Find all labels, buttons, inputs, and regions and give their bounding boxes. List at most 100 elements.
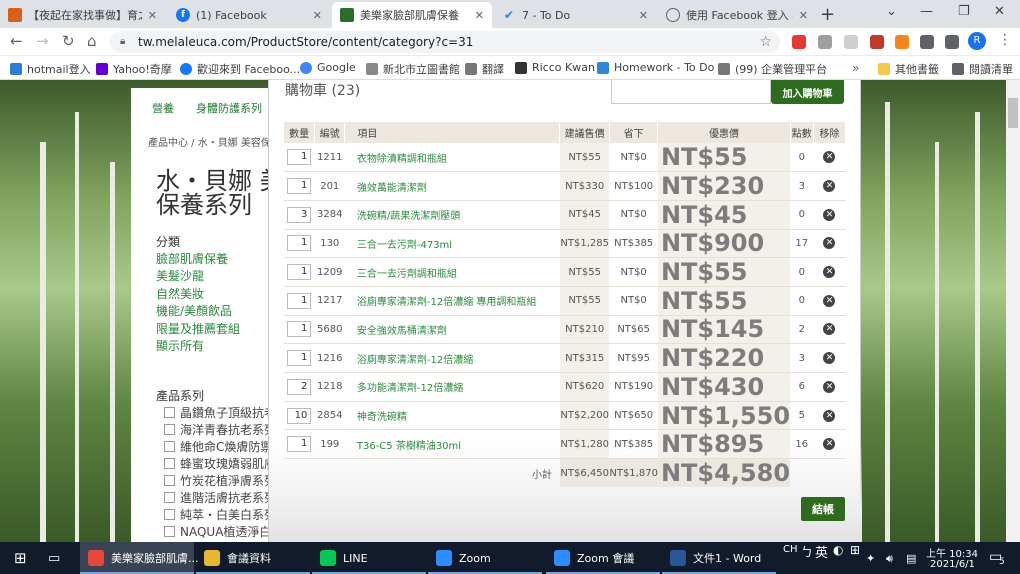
quantity-input[interactable]: 1: [287, 235, 312, 252]
metamask-icon[interactable]: [895, 35, 909, 49]
half-width-icon[interactable]: ◐: [833, 543, 843, 557]
reload-icon[interactable]: ↻: [62, 32, 75, 50]
checkbox[interactable]: [164, 475, 175, 486]
show-hidden-icons[interactable]: ˆ: [853, 552, 858, 563]
checkbox[interactable]: [164, 441, 175, 452]
dropbox-icon[interactable]: ✦: [866, 552, 875, 565]
remove-cell[interactable]: ✕: [813, 171, 846, 201]
extension-icon[interactable]: [870, 35, 884, 49]
forward-icon[interactable]: →: [36, 32, 49, 50]
quantity-input[interactable]: 1: [287, 436, 312, 453]
remove-icon[interactable]: ✕: [823, 323, 836, 336]
quantity-input[interactable]: 1: [287, 321, 312, 338]
checkbox[interactable]: [164, 492, 175, 503]
close-icon[interactable]: ✕: [313, 9, 322, 22]
quantity-input[interactable]: 2: [287, 378, 312, 395]
quantity-input[interactable]: 10: [287, 407, 312, 424]
reading-list[interactable]: 閱讀清單: [952, 61, 1013, 77]
restore-icon[interactable]: ❐: [958, 4, 970, 19]
taskbar-app[interactable]: 美樂家臉部肌膚...: [80, 542, 199, 574]
ime-language[interactable]: 英: [815, 542, 828, 561]
extension-icon[interactable]: [920, 35, 934, 49]
item-name[interactable]: 衣物除漬精調和瓶組: [344, 143, 560, 173]
item-name[interactable]: 浴廁專家清潔劑-12倍濃縮: [344, 343, 560, 373]
adblock-icon[interactable]: [792, 35, 806, 49]
taskbar-app[interactable]: Zoom: [428, 542, 542, 574]
series-filter[interactable]: NAQUA植透淨白系: [164, 523, 283, 540]
tab-5[interactable]: 使用 Facebook 登入 - Zo ✕: [658, 2, 816, 28]
remove-cell[interactable]: ✕: [813, 257, 846, 287]
bookmark-item[interactable]: 歡迎來到 Faceboo...: [180, 61, 300, 77]
clock-time[interactable]: 上午 10:34: [926, 545, 978, 560]
breadcrumb[interactable]: 產品中心 / 水・貝娜 美容保: [148, 134, 271, 149]
quantity-input[interactable]: 1: [287, 149, 312, 166]
add-item-input[interactable]: [611, 80, 771, 104]
remove-icon[interactable]: ✕: [823, 294, 836, 307]
item-name[interactable]: T36-C5 茶樹精油30ml: [344, 429, 560, 460]
ime-mode[interactable]: CH: [783, 544, 798, 555]
remove-icon[interactable]: ✕: [823, 352, 836, 365]
bookmark-item[interactable]: 翻譯: [465, 61, 504, 77]
quantity-input[interactable]: 1: [287, 264, 312, 281]
remove-icon[interactable]: ✕: [823, 409, 836, 422]
category-link[interactable]: 限量及推薦套組: [156, 320, 240, 337]
menu-icon[interactable]: ⋮: [998, 32, 1012, 48]
remove-icon[interactable]: ✕: [823, 237, 836, 250]
bookmark-item[interactable]: (99) 企業管理平台: [718, 61, 827, 77]
checkbox[interactable]: [164, 424, 175, 435]
bookmark-star-icon[interactable]: ☆: [759, 31, 772, 53]
profile-avatar[interactable]: R: [968, 32, 986, 50]
clock-date[interactable]: 2021/6/1: [930, 559, 975, 570]
item-name[interactable]: 神奇洗碗精: [344, 401, 560, 431]
item-name[interactable]: 三合一去污劑調和瓶組: [344, 257, 560, 287]
taskbar-app[interactable]: Zoom 會議: [546, 542, 660, 574]
remove-cell[interactable]: ✕: [813, 372, 846, 402]
checkbox[interactable]: [164, 526, 175, 537]
remove-icon[interactable]: ✕: [823, 266, 836, 279]
category-link[interactable]: 臉部肌膚保養: [156, 250, 228, 267]
remove-cell[interactable]: ✕: [813, 143, 846, 173]
bookmark-folder[interactable]: 其他書籤: [878, 61, 939, 77]
extension-icon[interactable]: [818, 35, 832, 49]
checkbox[interactable]: [164, 407, 175, 418]
quantity-input[interactable]: 1: [287, 178, 312, 195]
page-scrollbar[interactable]: [1006, 80, 1020, 542]
remove-icon[interactable]: ✕: [823, 180, 836, 193]
quantity-input[interactable]: 1: [287, 292, 312, 309]
checkout-button[interactable]: 結帳: [801, 497, 845, 521]
quantity-input[interactable]: 3: [287, 206, 312, 223]
back-icon[interactable]: ←: [10, 32, 23, 50]
remove-cell[interactable]: ✕: [813, 229, 846, 259]
category-link[interactable]: 自然美妝: [156, 285, 204, 302]
item-name[interactable]: 安全強效馬桶清潔劑: [344, 315, 560, 345]
task-view-button[interactable]: ▭: [40, 542, 74, 574]
remove-icon[interactable]: ✕: [823, 208, 836, 221]
remove-cell[interactable]: ✕: [813, 429, 846, 460]
more-bookmarks-icon[interactable]: »: [852, 61, 859, 75]
nav-body-care[interactable]: 身體防護系列: [196, 100, 262, 116]
remove-icon[interactable]: ✕: [823, 151, 836, 164]
minimize-icon[interactable]: —: [920, 4, 933, 19]
tab-search-icon[interactable]: ⌄: [886, 4, 897, 19]
extension-icon[interactable]: [844, 35, 858, 49]
volume-icon[interactable]: 🔊︎: [886, 552, 893, 566]
remove-cell[interactable]: ✕: [813, 286, 846, 316]
home-icon[interactable]: ⌂: [87, 32, 97, 50]
close-icon[interactable]: ✕: [475, 9, 484, 22]
item-name[interactable]: 多功能清潔劑-12倍濃縮: [344, 372, 560, 402]
new-tab-icon[interactable]: +: [820, 4, 835, 25]
checkbox[interactable]: [164, 509, 175, 520]
remove-icon[interactable]: ✕: [823, 438, 836, 451]
series-filter[interactable]: 晶鑽魚子頂級抗老: [164, 404, 276, 421]
series-filter[interactable]: 蜂蜜玫瑰嬌弱肌膚: [164, 455, 276, 472]
remove-cell[interactable]: ✕: [813, 315, 846, 345]
item-name[interactable]: 洗碗精/蔬果洗潔劑壓頭: [344, 200, 560, 230]
bookmark-item[interactable]: hotmail登入: [10, 61, 91, 77]
tab-3[interactable]: 美樂家臉部肌膚保養 ✕: [332, 2, 492, 28]
category-link[interactable]: 顯示所有: [156, 337, 204, 354]
close-window-icon[interactable]: ✕: [994, 4, 1005, 19]
series-filter[interactable]: 純萃・白美白系列: [164, 506, 276, 523]
bookmark-item[interactable]: 新北市立圖書館: [366, 61, 460, 77]
taskbar-app[interactable]: LINE: [312, 542, 426, 574]
remove-cell[interactable]: ✕: [813, 401, 846, 431]
